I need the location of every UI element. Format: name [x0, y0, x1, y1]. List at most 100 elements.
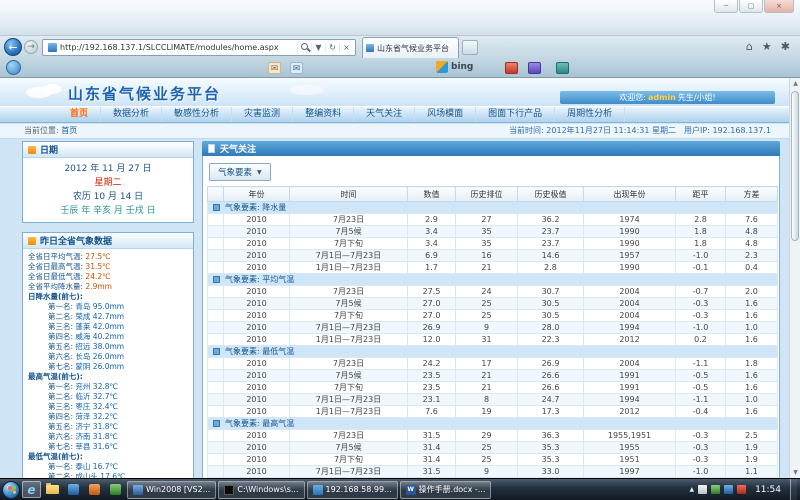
taskbar-window-button[interactable]: C:\Windows\s... — [218, 481, 304, 499]
back-button[interactable]: ← — [4, 38, 22, 56]
tools-button[interactable]: ✱ — [781, 40, 790, 53]
table-cell: 7月5候 — [290, 370, 408, 382]
tray-expand-icon[interactable]: ▲ — [689, 486, 694, 493]
weather-rank-label: 第二名: — [48, 312, 75, 321]
table-row[interactable]: 20107月5候27.02530.52004-0.31.6 — [208, 298, 778, 310]
taskbar-window-button[interactable]: W操作手册.docx -... — [400, 481, 492, 499]
table-cell: 3.4 — [408, 238, 456, 250]
scroll-up-icon[interactable]: ▲ — [790, 78, 800, 89]
welcome-suffix: 先生/小姐! — [678, 93, 716, 102]
cloud-decoration-icon — [42, 84, 62, 94]
tray-update-icon[interactable] — [737, 485, 746, 494]
vertical-scrollbar[interactable]: ▲ ▼ — [789, 78, 800, 478]
table-cell: 30.5 — [518, 310, 584, 322]
group-header-row[interactable]: 气象要素: 降水量 — [208, 202, 778, 214]
bing-shortcut[interactable]: bing — [436, 61, 473, 73]
favorites-button[interactable]: ★ — [762, 40, 772, 53]
group-header-row[interactable]: 气象要素: 最高气温 — [208, 418, 778, 430]
weather-summary-label: 全省日最高气温: — [28, 262, 85, 271]
table-cell: 35 — [456, 238, 518, 250]
table-cell: 24.7 — [518, 394, 584, 406]
table-row[interactable]: 20101月1日—7月23日1.7212.81990-0.10.4 — [208, 262, 778, 274]
table-row[interactable]: 20107月下旬23.52126.61991-0.51.6 — [208, 382, 778, 394]
table-row[interactable]: 20107月23日27.52430.72004-0.72.0 — [208, 286, 778, 298]
taskbar-explorer-icon[interactable] — [43, 481, 62, 498]
mail2-shortcut-icon[interactable]: ✉ — [290, 62, 303, 74]
shortcut1-icon[interactable] — [505, 62, 518, 74]
table-row[interactable]: 20107月下旬31.42535.31951-0.31.9 — [208, 454, 778, 466]
table-row[interactable]: 20107月23日31.52936.31955,1951-0.32.5 — [208, 430, 778, 442]
show-desktop-button[interactable] — [790, 479, 797, 500]
table-cell: 2010 — [224, 286, 290, 298]
table-row[interactable]: 20101月1日—7月23日7.61917.32012-0.41.6 — [208, 406, 778, 418]
shortcut2-icon[interactable] — [528, 62, 541, 74]
weather-rank-value: 长岛 26.0mm — [75, 352, 124, 361]
search-icon[interactable] — [297, 42, 311, 54]
table-cell: 1.6 — [726, 298, 778, 310]
table-cell: 1.8 — [676, 238, 726, 250]
table-row[interactable]: 20107月1日—7月23日26.9928.01994-1.01.0 — [208, 322, 778, 334]
element-filter-button[interactable]: 气象要素 ▼ — [209, 163, 271, 181]
weather-focus-panel: 天气关注 气象要素 ▼ 年份时间数值历史排位历史极值出现年份距平方差 气象要素:… — [202, 141, 780, 478]
taskbar-ie-icon[interactable]: e — [22, 481, 41, 498]
taskbar-app2-icon[interactable] — [85, 481, 104, 498]
table-row[interactable]: 20107月5候3.43523.719901.84.8 — [208, 226, 778, 238]
scroll-down-icon[interactable]: ▼ — [790, 467, 800, 478]
weather-rank-value: 济宁 31.8℃ — [75, 422, 118, 431]
table-row[interactable]: 20107月1日—7月23日31.5933.01997-1.01.1 — [208, 466, 778, 478]
taskbar-app3-icon[interactable] — [106, 481, 125, 498]
address-bar[interactable]: http://192.168.137.1/SLCCLIMATE/modules/… — [42, 39, 356, 56]
table-row[interactable]: 20107月5候23.52126.61991-0.51.6 — [208, 370, 778, 382]
taskbar-window-button[interactable]: 192.168.58.99... — [307, 481, 398, 499]
row-lead-cell — [208, 214, 224, 226]
table-row[interactable]: 20101月1日—7月23日12.03122.320120.21.6 — [208, 334, 778, 346]
home-button[interactable]: ⌂ — [746, 40, 753, 53]
table-row[interactable]: 20107月1日—7月23日23.1824.71994-1.11.0 — [208, 394, 778, 406]
table-cell: 16 — [456, 250, 518, 262]
table-row[interactable]: 20107月23日24.21726.92004-1.11.8 — [208, 358, 778, 370]
maximize-button[interactable]: ▢ — [739, 0, 763, 13]
table-row[interactable]: 20107月5候31.42535.31955-0.31.9 — [208, 442, 778, 454]
calendar-weekday: 星期二 — [25, 176, 191, 190]
shortcut3-icon[interactable] — [556, 62, 569, 74]
weather-rank-label: 第一名: — [48, 382, 75, 391]
group-header-row[interactable]: 气象要素: 最低气温 — [208, 346, 778, 358]
taskbar-clock[interactable]: 11:54 — [750, 485, 786, 495]
refresh-button[interactable]: ↻ — [325, 43, 339, 52]
table-row[interactable]: 20107月下旬27.02530.52004-0.31.6 — [208, 310, 778, 322]
nav-item-4[interactable]: 灾害监测 — [232, 107, 293, 122]
taskbar-app1-icon[interactable] — [64, 481, 83, 498]
minimize-button[interactable]: ─ — [714, 0, 738, 13]
mail-shortcut-icon[interactable]: ✉ — [268, 62, 281, 74]
browser-logo-icon[interactable] — [6, 60, 21, 75]
stop-button[interactable]: × — [339, 43, 353, 52]
table-row[interactable]: 20107月23日2.92736.219742.87.6 — [208, 214, 778, 226]
table-row[interactable]: 20107月下旬3.43523.719901.84.8 — [208, 238, 778, 250]
forward-button[interactable]: → — [24, 40, 38, 54]
nav-item-5[interactable]: 整编资料 — [293, 107, 354, 122]
nav-item-8[interactable]: 图面下行产品 — [476, 107, 555, 122]
new-tab-button[interactable] — [462, 40, 478, 55]
table-cell: 1974 — [584, 214, 676, 226]
breadcrumb-current[interactable]: 首页 — [61, 126, 77, 135]
tray-volume-icon[interactable] — [724, 485, 733, 494]
nav-item-3[interactable]: 敏感性分析 — [162, 107, 232, 122]
nav-item-9[interactable]: 周期性分析 — [555, 107, 625, 122]
table-row[interactable]: 20107月1日—7月23日6.91614.61957-1.02.3 — [208, 250, 778, 262]
close-button[interactable]: × — [764, 0, 794, 13]
nav-item-1[interactable]: 首页 — [58, 107, 101, 122]
autocomplete-dropdown-icon[interactable]: ▼ — [311, 43, 325, 52]
nav-item-6[interactable]: 天气关注 — [354, 107, 415, 122]
taskbar-window-button[interactable]: Win2008 [VS2... — [127, 481, 216, 499]
url-text[interactable]: http://192.168.137.1/SLCCLIMATE/modules/… — [60, 43, 297, 52]
table-cell: 30.5 — [518, 298, 584, 310]
browser-tab[interactable]: 山东省气候业务平台 — [362, 37, 459, 58]
start-button[interactable] — [2, 481, 20, 499]
scrollbar-thumb[interactable] — [791, 91, 799, 241]
tray-antivirus-icon[interactable] — [711, 485, 720, 494]
nav-item-2[interactable]: 数据分析 — [101, 107, 162, 122]
nav-item-7[interactable]: 风场模面 — [415, 107, 476, 122]
weather-rank-item: 第七名: 蒙阴 26.0mm — [28, 362, 188, 372]
group-header-row[interactable]: 气象要素: 平均气温 — [208, 274, 778, 286]
tray-network-icon[interactable] — [698, 485, 707, 494]
